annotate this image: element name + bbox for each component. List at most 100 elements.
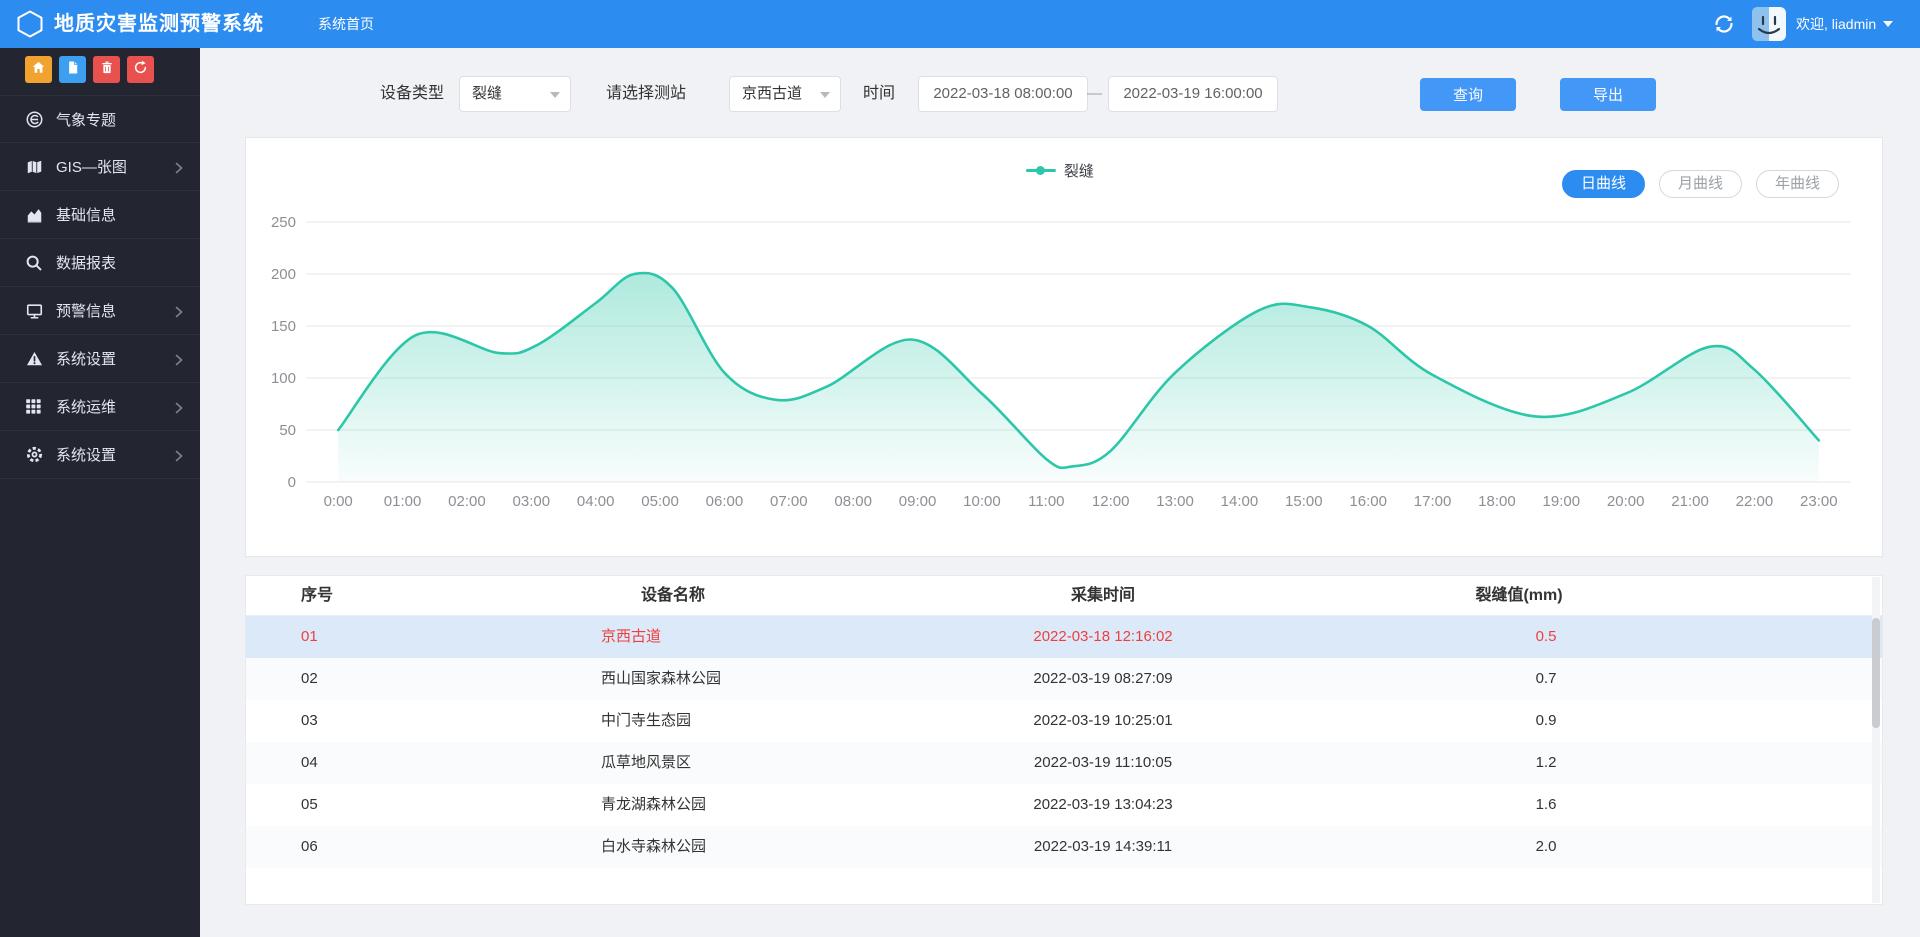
table-row[interactable]: 03 中门寺生态园 2022-03-19 10:25:01 0.9: [246, 700, 1882, 742]
svg-text:100: 100: [271, 370, 296, 387]
svg-text:08:00: 08:00: [834, 493, 872, 510]
sidebar-item-weather[interactable]: 气象专题: [0, 95, 200, 143]
home-icon: [31, 60, 46, 80]
col-header-value: 裂缝值(mm): [1475, 576, 1562, 616]
svg-text:07:00: 07:00: [770, 493, 808, 510]
quick-button-home[interactable]: [25, 56, 52, 83]
svg-text:13:00: 13:00: [1156, 493, 1194, 510]
cell-seq: 02: [301, 658, 318, 700]
svg-text:250: 250: [271, 214, 296, 231]
sidebar-item-search[interactable]: 数据报表: [0, 239, 200, 287]
recycle-icon: [133, 60, 148, 80]
quick-button-file[interactable]: [59, 56, 86, 83]
svg-text:16:00: 16:00: [1349, 493, 1387, 510]
sidebar-item-monitor[interactable]: 预警信息: [0, 287, 200, 335]
svg-text:09:00: 09:00: [899, 493, 937, 510]
sidebar-item-grid[interactable]: 系统运维: [0, 383, 200, 431]
svg-text:14:00: 14:00: [1221, 493, 1259, 510]
file-icon: [66, 60, 80, 80]
export-button[interactable]: 导出: [1560, 78, 1656, 111]
svg-text:23:00: 23:00: [1800, 493, 1838, 510]
cell-time: 2022-03-19 13:04:23: [1033, 784, 1172, 826]
station-select[interactable]: 京西古道: [729, 76, 841, 112]
time-label: 时间: [863, 76, 895, 112]
time-start-input[interactable]: 2022-03-18 08:00:00: [918, 76, 1088, 112]
warning-icon: [25, 349, 45, 369]
weather-icon: [25, 109, 45, 129]
sidebar-item-label: 预警信息: [56, 300, 116, 321]
chart-icon: [25, 205, 45, 225]
trash-icon: [100, 60, 114, 80]
svg-text:20:00: 20:00: [1607, 493, 1645, 510]
sidebar-menu: 气象专题GIS—张图基础信息数据报表预警信息系统设置系统运维系统设置: [0, 95, 200, 479]
cell-seq: 06: [301, 826, 318, 868]
user-avatar[interactable]: [1752, 7, 1786, 41]
cell-device: 中门寺生态园: [601, 700, 691, 742]
svg-text:01:00: 01:00: [384, 493, 422, 510]
table-row[interactable]: 05青龙湖森林公园2022-03-19 13:04:231.6: [246, 784, 1882, 826]
cell-seq: 03: [301, 700, 318, 742]
quick-button-trash[interactable]: [93, 56, 120, 83]
chart-panel: 裂缝 日曲线月曲线年曲线 0501001502002500:0001:0002:…: [245, 137, 1883, 557]
svg-text:05:00: 05:00: [641, 493, 679, 510]
cell-value: 0.9: [1536, 700, 1557, 742]
curve-tabs: 日曲线月曲线年曲线: [1562, 170, 1839, 198]
legend-item-crack[interactable]: 裂缝: [1026, 160, 1094, 181]
sidebar-item-gear[interactable]: 系统设置: [0, 431, 200, 479]
time-end-input[interactable]: 2022-03-19 16:00:00: [1108, 76, 1278, 112]
quick-button-recycle[interactable]: [127, 56, 154, 83]
table-row[interactable]: 02西山国家森林公园2022-03-19 08:27:090.7: [246, 658, 1882, 700]
cell-device: 京西古道: [601, 616, 661, 658]
refresh-icon[interactable]: [1712, 12, 1736, 36]
device-type-select[interactable]: 裂缝: [459, 76, 571, 112]
query-button[interactable]: 查询: [1420, 78, 1516, 111]
legend-line-marker-icon: [1026, 169, 1056, 172]
sidebar-item-label: 气象专题: [56, 109, 116, 130]
cell-time: 2022-03-19 08:27:09: [1033, 658, 1172, 700]
curve-tab-day[interactable]: 日曲线: [1562, 170, 1645, 198]
sidebar-item-warning[interactable]: 系统设置: [0, 335, 200, 383]
data-table: 序号 设备名称 采集时间 裂缝值(mm) 01京西古道2022-03-18 12…: [245, 575, 1883, 905]
table-row[interactable]: 01京西古道2022-03-18 12:16:020.5: [246, 616, 1882, 658]
sidebar-item-map[interactable]: GIS—张图: [0, 143, 200, 191]
table-row[interactable]: 04瓜草地风景区2022-03-19 11:10:051.2: [246, 742, 1882, 784]
svg-text:17:00: 17:00: [1414, 493, 1452, 510]
svg-text:02:00: 02:00: [448, 493, 486, 510]
sidebar-item-chart[interactable]: 基础信息: [0, 191, 200, 239]
cell-value: 1.2: [1536, 742, 1557, 784]
sidebar-item-label: 系统运维: [56, 396, 116, 417]
curve-tab-year[interactable]: 年曲线: [1756, 170, 1839, 198]
user-menu[interactable]: 欢迎, liadmin: [1796, 0, 1893, 48]
svg-text:03:00: 03:00: [513, 493, 551, 510]
chevron-right-icon: [174, 449, 184, 461]
sidebar-item-label: GIS—张图: [56, 156, 127, 177]
sidebar-item-label: 数据报表: [56, 252, 116, 273]
sidebar-quick-buttons: [25, 56, 154, 83]
search-icon: [25, 253, 45, 273]
sidebar-item-label: 系统设置: [56, 444, 116, 465]
app-logo-hexagon-icon: [16, 10, 44, 38]
chevron-right-icon: [174, 401, 184, 413]
table-body: 01京西古道2022-03-18 12:16:020.502西山国家森林公园20…: [246, 616, 1882, 868]
svg-text:10:00: 10:00: [963, 493, 1001, 510]
app-title: 地质灾害监测预警系统: [54, 0, 264, 48]
svg-text:0: 0: [288, 474, 296, 491]
table-scrollbar-track: [1872, 577, 1880, 903]
table-row[interactable]: 06白水寺森林公园2022-03-19 14:39:112.0: [246, 826, 1882, 868]
sidebar-item-label: 基础信息: [56, 204, 116, 225]
curve-tab-month[interactable]: 月曲线: [1659, 170, 1742, 198]
svg-text:0:00: 0:00: [324, 493, 353, 510]
cell-value: 2.0: [1536, 826, 1557, 868]
app-root: 地质灾害监测预警系统 系统首页 欢迎, liadmin: [0, 0, 1920, 937]
chevron-right-icon: [174, 305, 184, 317]
table-header-row: 序号 设备名称 采集时间 裂缝值(mm): [246, 576, 1882, 616]
svg-text:12:00: 12:00: [1092, 493, 1130, 510]
cell-value: 0.5: [1536, 616, 1557, 658]
station-label: 请选择测站: [606, 76, 686, 112]
nav-item-home[interactable]: 系统首页: [318, 0, 374, 48]
table-scrollbar-thumb[interactable]: [1872, 618, 1880, 728]
sidebar: 气象专题GIS—张图基础信息数据报表预警信息系统设置系统运维系统设置: [0, 48, 200, 937]
cell-time: 2022-03-19 10:25:01: [1033, 700, 1172, 742]
map-icon: [25, 157, 45, 177]
cell-value: 0.7: [1536, 658, 1557, 700]
